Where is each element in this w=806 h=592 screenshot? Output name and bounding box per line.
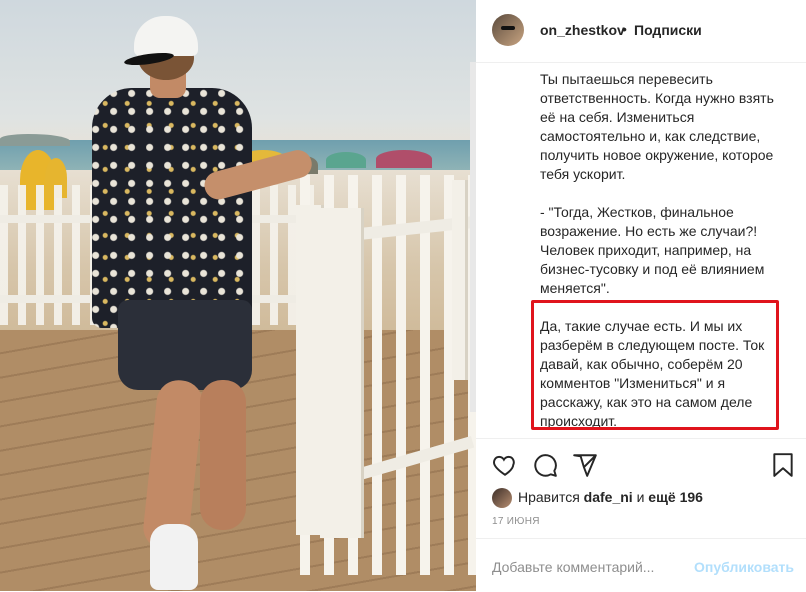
avatar[interactable] [492,14,524,46]
caption-paragraph: - "Тогда, Жестков, финальное возражение.… [540,204,765,296]
liker-avatar[interactable] [492,488,512,508]
fence-post [320,208,364,538]
person-leg [200,380,246,530]
post-header: on_zhestkov • Подписки [476,0,806,63]
comment-input[interactable]: Добавьте комментарий... [492,559,654,575]
post-photo[interactable] [0,0,476,591]
action-bar [492,452,793,478]
person-shorts [118,300,252,390]
likes-count-link[interactable]: ещё 196 [648,489,703,505]
liker-username-link[interactable]: dafe_ni [584,489,633,505]
divider [476,438,806,439]
post-date[interactable]: 17 ИЮНЯ [492,516,540,527]
beach-umbrella [326,152,366,168]
username-link[interactable]: on_zhestkov [540,22,625,38]
person-shoe [150,524,198,590]
caption-paragraph: Ты пытаешься перевесить ответственность.… [540,71,774,182]
hill [0,134,70,146]
separator-dot: • [622,21,627,37]
following-button[interactable]: Подписки [634,22,702,38]
post-details-panel: on_zhestkov • Подписки Ты пытаешься пере… [470,0,806,592]
likes-prefix: Нравится [518,489,584,505]
highlight-box [531,300,779,430]
beach-umbrella [376,150,432,168]
likes-text: Нравится dafe_ni и ещё 196 [518,489,703,505]
share-icon[interactable] [572,452,598,478]
comment-bar: Добавьте комментарий... Опубликовать [476,538,806,592]
publish-button[interactable]: Опубликовать [694,559,794,575]
heart-icon[interactable] [492,452,518,478]
comment-icon[interactable] [532,452,558,478]
likes-connector: и [632,489,649,505]
bookmark-icon[interactable] [770,452,796,478]
panel-scroll-stripe [470,62,476,412]
fence-post [452,180,468,380]
person-shirt [92,88,252,328]
person-cap [134,16,198,56]
